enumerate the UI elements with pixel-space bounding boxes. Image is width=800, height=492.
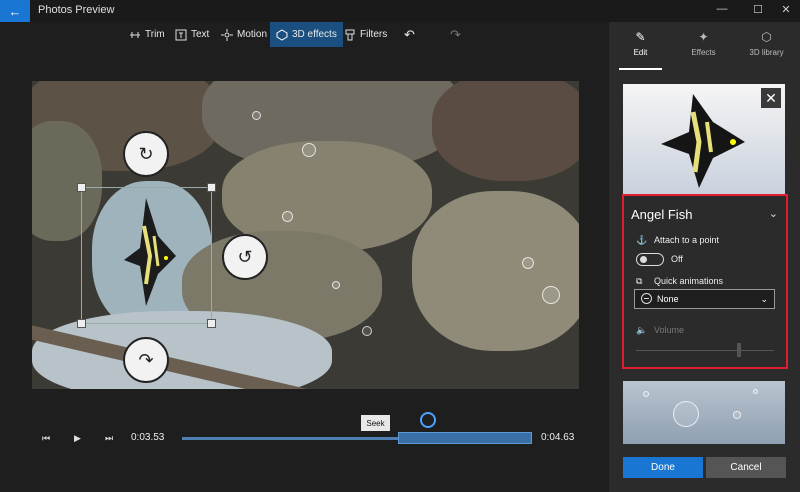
- photos-app: ← Photos Preview — ☐ ✕ Trim Text Motion …: [0, 0, 800, 492]
- quick-animations-label: Quick animations: [654, 276, 724, 286]
- title-bar: ← Photos Preview — ☐ ✕: [0, 0, 800, 22]
- video-preview[interactable]: ↻ ↺ ↷: [32, 81, 579, 389]
- angel-fish-thumbnail: [661, 94, 745, 188]
- bubble: [332, 281, 340, 289]
- effect-properties: Angel Fish ⌄ ⚓ Attach to a point Off ⧉ Q…: [622, 194, 788, 369]
- tab-effects-label: Effects: [691, 48, 716, 57]
- text-button[interactable]: Text: [169, 22, 215, 47]
- bubble: [362, 326, 372, 336]
- pencil-icon: ✎: [635, 30, 646, 44]
- seek-thumb[interactable]: [420, 412, 436, 428]
- chevron-down-icon[interactable]: ⌄: [769, 207, 778, 220]
- close-icon: ✕: [765, 89, 777, 106]
- edit-panel: ✎ Edit ✦ Effects ⬡ 3D library ✕ Angel Fi…: [609, 22, 800, 492]
- attach-state: Off: [671, 254, 683, 264]
- close-window-button[interactable]: ✕: [776, 3, 796, 16]
- redo-icon: ↷: [450, 26, 461, 42]
- bubble: [542, 286, 560, 304]
- remove-effect-button[interactable]: ✕: [761, 88, 781, 108]
- redo-button[interactable]: ↷: [444, 22, 467, 47]
- tab-3d-library-label: 3D library: [749, 48, 784, 57]
- trim-label: Trim: [145, 29, 165, 40]
- volume-slider-track[interactable]: [636, 350, 774, 351]
- trim-button[interactable]: Trim: [123, 22, 171, 47]
- current-time: 0:03.53: [131, 432, 165, 443]
- undo-icon: ↶: [404, 26, 415, 42]
- bubble: [753, 389, 758, 394]
- 3d-effects-label: 3D effects: [292, 29, 337, 40]
- motion-icon: [221, 28, 233, 41]
- anchor-icon: ⚓: [636, 235, 648, 245]
- resize-handle-top-left[interactable]: [77, 183, 86, 192]
- effect-thumbnail: ✕: [623, 84, 785, 194]
- filters-icon: [345, 29, 355, 40]
- filters-label: Filters: [360, 29, 388, 40]
- end-time: 0:04.63: [541, 432, 575, 443]
- quick-animations-value: None: [657, 294, 679, 304]
- rotate-x-handle[interactable]: ↷: [123, 337, 169, 383]
- trim-icon: [130, 31, 140, 38]
- done-button[interactable]: Done: [623, 457, 703, 478]
- tab-edit[interactable]: ✎ Edit: [609, 22, 672, 70]
- object-name: Angel Fish: [631, 207, 693, 222]
- bubble: [302, 143, 316, 157]
- app-title: Photos Preview: [38, 4, 115, 16]
- resize-handle-bottom-right[interactable]: [207, 319, 216, 328]
- bubble: [282, 211, 293, 222]
- rock: [412, 191, 579, 351]
- effect-time-range[interactable]: [398, 432, 532, 444]
- seek-tooltip: Seek: [361, 415, 390, 431]
- quick-animations-select[interactable]: None ⌄: [634, 289, 775, 309]
- bubble: [673, 401, 699, 427]
- volume-icon: 🔈: [636, 325, 648, 335]
- tab-effects[interactable]: ✦ Effects: [672, 22, 735, 70]
- bubble: [522, 257, 534, 269]
- selection-box[interactable]: [77, 183, 216, 328]
- sparkle-icon: ✦: [698, 30, 709, 44]
- attach-label: Attach to a point: [654, 235, 720, 245]
- maximize-button[interactable]: ☐: [748, 3, 768, 16]
- edit-toolbar: Trim Text Motion 3D effects Filters ↶ ↷: [0, 22, 609, 50]
- motion-label: Motion: [237, 29, 268, 40]
- animation-icon: ⧉: [636, 276, 643, 286]
- effect-thumbnail-bubbles: [623, 381, 785, 444]
- arrow-left-icon: ←: [8, 3, 22, 19]
- 3d-effects-button[interactable]: 3D effects: [270, 22, 343, 47]
- motion-button[interactable]: Motion: [215, 22, 273, 47]
- text-label: Text: [191, 29, 210, 40]
- cancel-button[interactable]: Cancel: [706, 457, 786, 478]
- rotate-z-handle[interactable]: ↻: [123, 131, 169, 177]
- 3d-effects-icon: [276, 28, 288, 41]
- cube-icon: ⬡: [761, 30, 772, 44]
- attach-toggle[interactable]: [636, 253, 664, 266]
- play-icon[interactable]: ▶: [74, 433, 81, 444]
- resize-handle-bottom-left[interactable]: [77, 319, 86, 328]
- bubble: [252, 111, 261, 120]
- playback-bar: ⏮ ▶ ⏭ 0:03.53 Seek 0:04.63: [0, 410, 609, 460]
- tab-3d-library[interactable]: ⬡ 3D library: [735, 22, 798, 70]
- rotate-icon: ↻: [138, 143, 154, 164]
- skip-back-icon[interactable]: ⏮: [42, 433, 50, 444]
- undo-button[interactable]: ↶: [398, 22, 421, 47]
- bubble: [643, 391, 649, 397]
- rotate-icon: ↺: [237, 246, 253, 267]
- rotate-icon: ↷: [138, 349, 154, 370]
- back-button[interactable]: ←: [0, 0, 30, 22]
- text-icon: [175, 29, 187, 40]
- volume-slider-thumb[interactable]: [737, 343, 741, 357]
- bubble: [733, 411, 741, 419]
- rotate-y-handle[interactable]: ↺: [222, 234, 268, 280]
- tab-edit-label: Edit: [633, 48, 648, 57]
- skip-forward-icon[interactable]: ⏭: [105, 433, 113, 444]
- chevron-down-icon: ⌄: [760, 294, 768, 304]
- none-icon: [641, 293, 652, 304]
- angel-fish-model[interactable]: [116, 196, 182, 308]
- background-rock: [432, 81, 579, 181]
- minimize-button[interactable]: —: [712, 3, 732, 15]
- resize-handle-top-right[interactable]: [207, 183, 216, 192]
- volume-label: Volume: [654, 325, 685, 335]
- filters-button[interactable]: Filters: [338, 22, 393, 47]
